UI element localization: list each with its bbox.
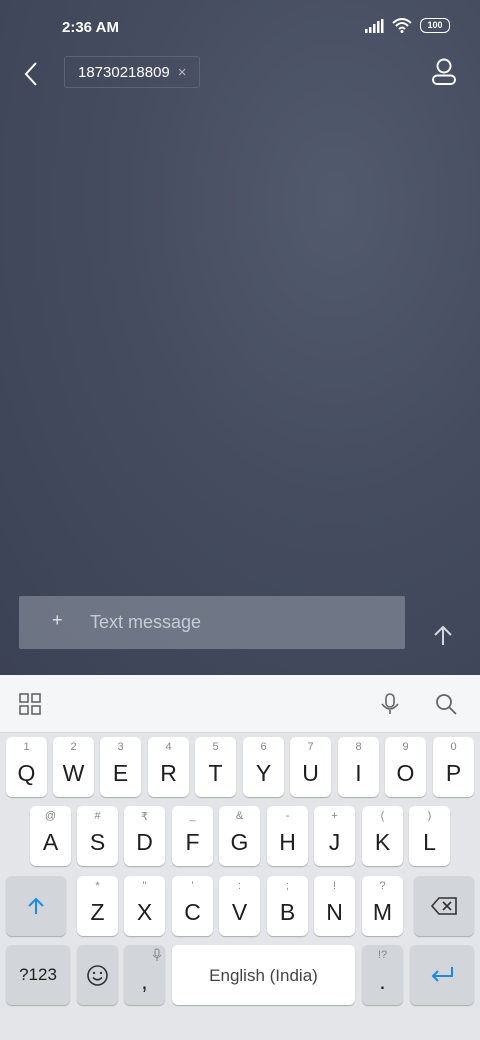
status-bar: 2:36 AM 100 (0, 0, 480, 56)
status-icons: 100 (364, 18, 450, 33)
key-f[interactable]: _ F (172, 806, 213, 866)
recipient-number: 18730218809 (78, 63, 170, 81)
key-h[interactable]: -H (267, 806, 308, 866)
send-button[interactable] (431, 624, 455, 648)
backspace-key[interactable] (414, 876, 474, 936)
key-r[interactable]: 4R (148, 737, 189, 797)
contact-button[interactable] (430, 57, 458, 87)
status-time: 2:36 AM (62, 19, 119, 36)
enter-arrow-icon (431, 967, 453, 982)
period-key[interactable]: !? . (362, 945, 403, 1005)
key-m[interactable]: ? M (362, 876, 403, 936)
chevron-left-icon (24, 62, 37, 86)
shift-arrow-icon (28, 897, 44, 914)
backspace-icon (430, 897, 457, 915)
microphone-icon[interactable] (378, 692, 402, 716)
key-p[interactable]: 0P (433, 737, 474, 797)
key-y[interactable]: 6Y (243, 737, 284, 797)
key-g[interactable]: & G (219, 806, 260, 866)
recipient-chip[interactable]: 18730218809 × (64, 56, 200, 88)
key-b[interactable]: ; B (267, 876, 308, 936)
search-icon[interactable] (434, 692, 458, 716)
emoji-key[interactable] (77, 945, 118, 1005)
compose-box[interactable]: + Text message (19, 596, 405, 649)
comma-key[interactable]: , (124, 945, 165, 1005)
key-c[interactable]: ' C (172, 876, 213, 936)
key-x[interactable]: " X (124, 876, 165, 936)
key-l[interactable]: ) L (409, 806, 450, 866)
person-icon (436, 58, 452, 74)
battery-icon: 100 (420, 18, 450, 33)
key-s[interactable]: # S (77, 806, 118, 866)
key-i[interactable]: 8I (338, 737, 379, 797)
keyboard-toolbar (0, 675, 480, 733)
shift-key[interactable] (6, 876, 66, 936)
message-input[interactable]: Text message (90, 596, 201, 649)
symbols-key[interactable]: ?123 (6, 945, 70, 1005)
signal-icon (365, 18, 384, 33)
enter-key[interactable] (410, 945, 474, 1005)
keyboard: 1Q 2W 3E 4R 5T 6Y 7U 8I 9O 0P @ A # S ₹ D _… (0, 675, 480, 1040)
key-w[interactable]: 2W (53, 737, 94, 797)
key-n[interactable]: ! N (314, 876, 355, 936)
space-key[interactable]: English (India) (172, 945, 355, 1005)
key-a[interactable]: @ A (30, 806, 71, 866)
back-button[interactable] (20, 60, 44, 88)
key-j[interactable]: + J (314, 806, 355, 866)
arrow-up-icon (434, 625, 452, 645)
messaging-screen: 2:36 AM 100 18730218809 × + Text message (0, 0, 480, 675)
key-z[interactable]: * Z (77, 876, 118, 936)
attach-plus-icon[interactable]: + (52, 610, 63, 631)
remove-recipient-icon[interactable]: × (178, 64, 187, 81)
voice-hint-icon (152, 948, 162, 961)
key-e[interactable]: 3E (100, 737, 141, 797)
wifi-icon (392, 18, 412, 33)
key-o[interactable]: 9O (385, 737, 426, 797)
emoji-smiley-icon (87, 965, 108, 986)
key-t[interactable]: 5T (195, 737, 236, 797)
keyboard-keys: 1Q 2W 3E 4R 5T 6Y 7U 8I 9O 0P @ A # S ₹ D _… (0, 733, 480, 1040)
grid-menu-icon[interactable] (18, 692, 42, 716)
conversation-header: 18730218809 × (0, 56, 480, 92)
key-k[interactable]: (K (362, 806, 403, 866)
key-v[interactable]: :V (219, 876, 260, 936)
key-d[interactable]: ₹ D (124, 806, 165, 866)
key-q[interactable]: 1Q (6, 737, 47, 797)
key-u[interactable]: 7U (290, 737, 331, 797)
